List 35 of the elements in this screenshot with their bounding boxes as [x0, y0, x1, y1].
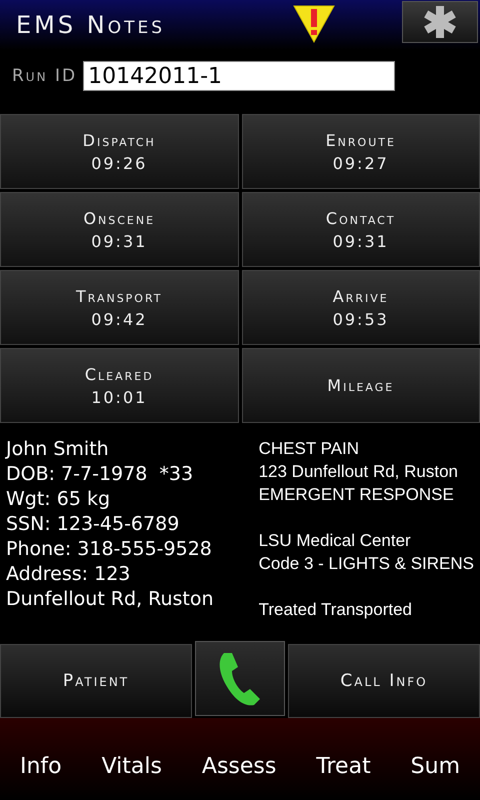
- timestamp-button[interactable]: Enroute 09:27: [242, 114, 480, 189]
- timestamp-button[interactable]: Dispatch 09:26: [0, 114, 238, 189]
- timestamp-button[interactable]: Transport 09:42: [0, 270, 238, 345]
- timestamp-button[interactable]: Contact 09:31: [242, 192, 480, 267]
- star-of-life-button[interactable]: [402, 1, 478, 43]
- call-info-button[interactable]: Call Info: [288, 644, 480, 718]
- timestamp-button[interactable]: Mileage: [242, 348, 480, 423]
- call-detail: Treated Transported: [258, 599, 413, 621]
- call-detail: CHEST PAIN: [258, 438, 360, 460]
- call-button[interactable]: [195, 641, 285, 716]
- timestamp-button[interactable]: Cleared 10:01: [0, 348, 238, 423]
- tab[interactable]: Sum: [408, 750, 462, 782]
- patient-detail: Address: 123: [6, 562, 132, 587]
- call-detail: 123 Dunfellout Rd, Ruston: [258, 461, 459, 483]
- tab[interactable]: Info: [18, 750, 64, 782]
- app-title: EMS Notes: [16, 11, 165, 39]
- tab[interactable]: Assess: [200, 750, 278, 782]
- call-detail: LSU Medical Center: [258, 530, 412, 552]
- patient-detail: Phone: 318-555-9528: [6, 537, 213, 562]
- tab[interactable]: Vitals: [100, 750, 164, 782]
- patient-detail: Wgt: 65 kg: [6, 487, 112, 512]
- timestamp-button[interactable]: Onscene 09:31: [0, 192, 238, 267]
- call-detail: Code 3 - LIGHTS & SIRENS: [258, 553, 474, 575]
- patient-detail: Dunfellout Rd, Ruston: [6, 587, 215, 612]
- patient-button[interactable]: Patient: [0, 644, 192, 718]
- patient-detail: DOB: 7-7-1978 *33: [6, 462, 194, 487]
- call-detail: EMERGENT RESPONSE: [258, 484, 455, 506]
- warning-icon[interactable]: [292, 4, 336, 44]
- run-id-label: Run ID: [12, 66, 78, 86]
- run-id-field[interactable]: 10142011-1: [83, 61, 396, 91]
- patient-detail: SSN: 123-45-6789: [6, 512, 180, 537]
- tab[interactable]: Treat: [314, 750, 373, 782]
- patient-detail: John Smith: [6, 437, 110, 462]
- timestamp-button[interactable]: Arrive 09:53: [242, 270, 480, 345]
- star-of-life-icon: [423, 6, 457, 38]
